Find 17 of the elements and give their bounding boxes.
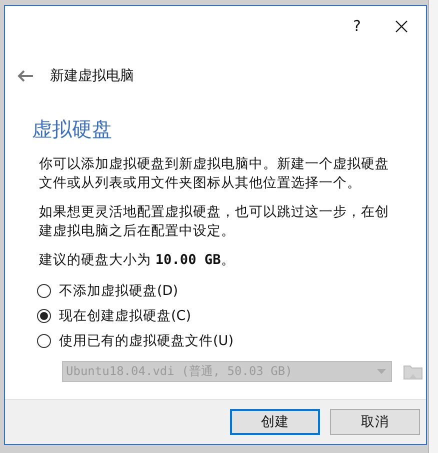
wizard-title: 新建虚拟电脑 (50, 67, 134, 85)
description-text: 你可以添加虚拟硬盘到新虚拟电脑中。新建一个虚拟硬盘文件或从列表或用文件夹图标从其他位置选择一个。 (39, 155, 390, 193)
option-label[interactable]: 不添加虚拟硬盘(D) (59, 282, 178, 300)
cancel-button[interactable]: 取消 (330, 409, 420, 435)
option-label[interactable]: 使用已有的虚拟硬盘文件(U) (59, 332, 234, 350)
help-button[interactable]: ? (353, 17, 361, 35)
create-button[interactable]: 创建 (230, 409, 320, 435)
page-heading: 虚拟硬盘 (32, 116, 113, 143)
dropdown-caret-icon (377, 369, 386, 374)
radio-button[interactable] (37, 309, 51, 323)
description-text: 如果想更灵活地配置虚拟硬盘，也可以跳过这一步，在创建虚拟电脑之后在配置中设定。 (39, 203, 390, 241)
description-text: 建议的硬盘大小为 10.00 GB。 (39, 251, 236, 270)
close-icon[interactable] (395, 20, 408, 32)
radio-button[interactable] (37, 334, 51, 348)
back-arrow-icon[interactable] (17, 70, 34, 82)
radio-button[interactable] (37, 284, 51, 298)
option-label[interactable]: 现在创建虚拟硬盘(C) (59, 307, 192, 325)
